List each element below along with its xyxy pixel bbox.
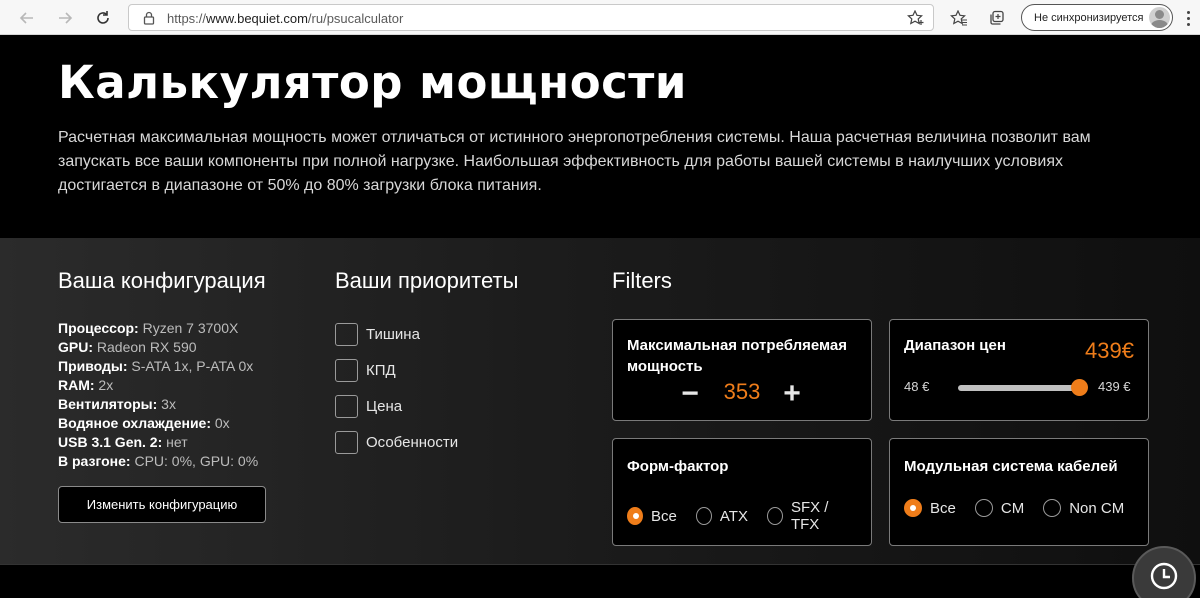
address-bar[interactable]: https://www.bequiet.com/ru/psucalculator: [128, 4, 934, 31]
browser-toolbar: https://www.bequiet.com/ru/psucalculator…: [0, 0, 1200, 35]
cable-options: Все CM Non CM: [904, 499, 1143, 517]
modular-cable-card: Модульная система кабелей Все CM Non CM: [889, 438, 1149, 546]
max-power-card: Максимальная потребляемая мощность − 353…: [612, 319, 872, 421]
max-power-title: Максимальная потребляемая мощность: [627, 337, 848, 375]
priority-label: Особенности: [366, 434, 459, 451]
add-favorite-icon[interactable]: [907, 9, 925, 31]
radio-form-factor-all[interactable]: [627, 507, 644, 525]
radio-label[interactable]: ATX: [720, 508, 748, 525]
priority-item-price[interactable]: Цена: [335, 395, 402, 418]
form-factor-options: Все ATX SFX / TFX: [627, 499, 871, 533]
history-icon: [1149, 561, 1179, 596]
priority-item-efficiency[interactable]: КПД: [335, 359, 396, 382]
spec-gpu: GPU: Radeon RX 590: [58, 339, 197, 355]
priority-label: КПД: [366, 362, 396, 379]
price-slider-handle[interactable]: [1071, 379, 1088, 396]
change-config-button[interactable]: Изменить конфигурацию: [58, 486, 266, 523]
radio-form-factor-sfx[interactable]: [766, 507, 783, 525]
price-range-title: Диапазон цен: [904, 337, 1006, 354]
url-prefix: https://: [167, 11, 207, 26]
spec-usb: USB 3.1 Gen. 2: нет: [58, 434, 188, 450]
price-range-card: Диапазон цен 439€ 48 € 439 €: [889, 319, 1149, 421]
radio-cable-non-cm[interactable]: [1043, 499, 1062, 517]
radio-label[interactable]: Non CM: [1069, 500, 1124, 517]
config-specs: Процессор: Ryzen 7 3700X GPU: Radeon RX …: [58, 319, 258, 471]
spec-fans: Вентиляторы: 3x: [58, 396, 176, 412]
modular-cable-title: Модульная система кабелей: [904, 458, 1118, 475]
radio-label[interactable]: SFX / TFX: [791, 499, 852, 533]
sync-status-label: Не синхронизируется: [1034, 12, 1144, 24]
price-slider-track[interactable]: [958, 385, 1080, 391]
spec-overclock: В разгоне: CPU: 0%, GPU: 0%: [58, 453, 259, 469]
priority-label: Цена: [366, 398, 403, 415]
priority-checkbox[interactable]: [335, 359, 358, 382]
decrease-power-button[interactable]: −: [677, 379, 703, 409]
url-path: /ru/psucalculator: [307, 11, 404, 26]
lock-icon[interactable]: [143, 11, 155, 30]
intro-text: Расчетная максимальная мощность может от…: [58, 129, 1091, 194]
form-factor-card: Форм-фактор Все ATX SFX / TFX: [612, 438, 872, 546]
priority-item-features[interactable]: Особенности: [335, 431, 458, 454]
page-footer-strip: [0, 564, 1200, 598]
radio-label[interactable]: Все: [930, 500, 956, 517]
url-domain: www.bequiet.com: [206, 11, 308, 26]
radio-label[interactable]: Все: [651, 508, 677, 525]
priorities-title: Ваши приоритеты: [335, 268, 519, 293]
radio-cable-cm[interactable]: [974, 499, 993, 517]
price-current-value: 439€: [1085, 338, 1134, 363]
priority-checkbox[interactable]: [335, 323, 358, 346]
page-title: Калькулятор мощности: [58, 56, 687, 109]
reload-icon[interactable]: [90, 5, 116, 31]
price-min-label: 48 €: [904, 379, 930, 394]
priority-checkbox[interactable]: [335, 431, 358, 454]
profile-sync-button[interactable]: Не синхронизируется: [1021, 4, 1173, 31]
hero-section: Калькулятор мощности Расчетная максималь…: [0, 36, 1200, 238]
increase-power-button[interactable]: +: [779, 379, 805, 409]
config-title: Ваша конфигурация: [58, 268, 266, 293]
spec-ram: RAM: 2x: [58, 377, 114, 393]
priority-item-silence[interactable]: Тишина: [335, 323, 420, 346]
calculator-panel: Ваша конфигурация Процессор: Ryzen 7 370…: [0, 238, 1200, 564]
price-max-label: 439 €: [1098, 379, 1131, 394]
more-icon[interactable]: [1180, 5, 1196, 31]
url-text[interactable]: https://www.bequiet.com/ru/psucalculator: [167, 11, 403, 26]
favorites-icon[interactable]: [946, 5, 972, 31]
radio-cable-all[interactable]: [904, 499, 922, 517]
max-power-value: 353: [723, 379, 761, 404]
profile-icon: [1149, 7, 1170, 28]
priority-label: Тишина: [366, 326, 420, 343]
spec-cpu: Процессор: Ryzen 7 3700X: [58, 320, 239, 336]
spec-drives: Приводы: S-ATA 1x, P-ATA 0x: [58, 358, 254, 374]
radio-form-factor-atx[interactable]: [695, 507, 712, 525]
spec-water-cooling: Водяное охлаждение: 0x: [58, 415, 230, 431]
back-arrow-icon[interactable]: [14, 5, 40, 31]
collections-icon[interactable]: [984, 5, 1010, 31]
form-factor-title: Форм-фактор: [627, 458, 729, 475]
priority-checkbox[interactable]: [335, 395, 358, 418]
forward-arrow-icon[interactable]: [52, 5, 78, 31]
filters-title: Filters: [612, 268, 672, 293]
radio-label[interactable]: CM: [1001, 500, 1024, 517]
